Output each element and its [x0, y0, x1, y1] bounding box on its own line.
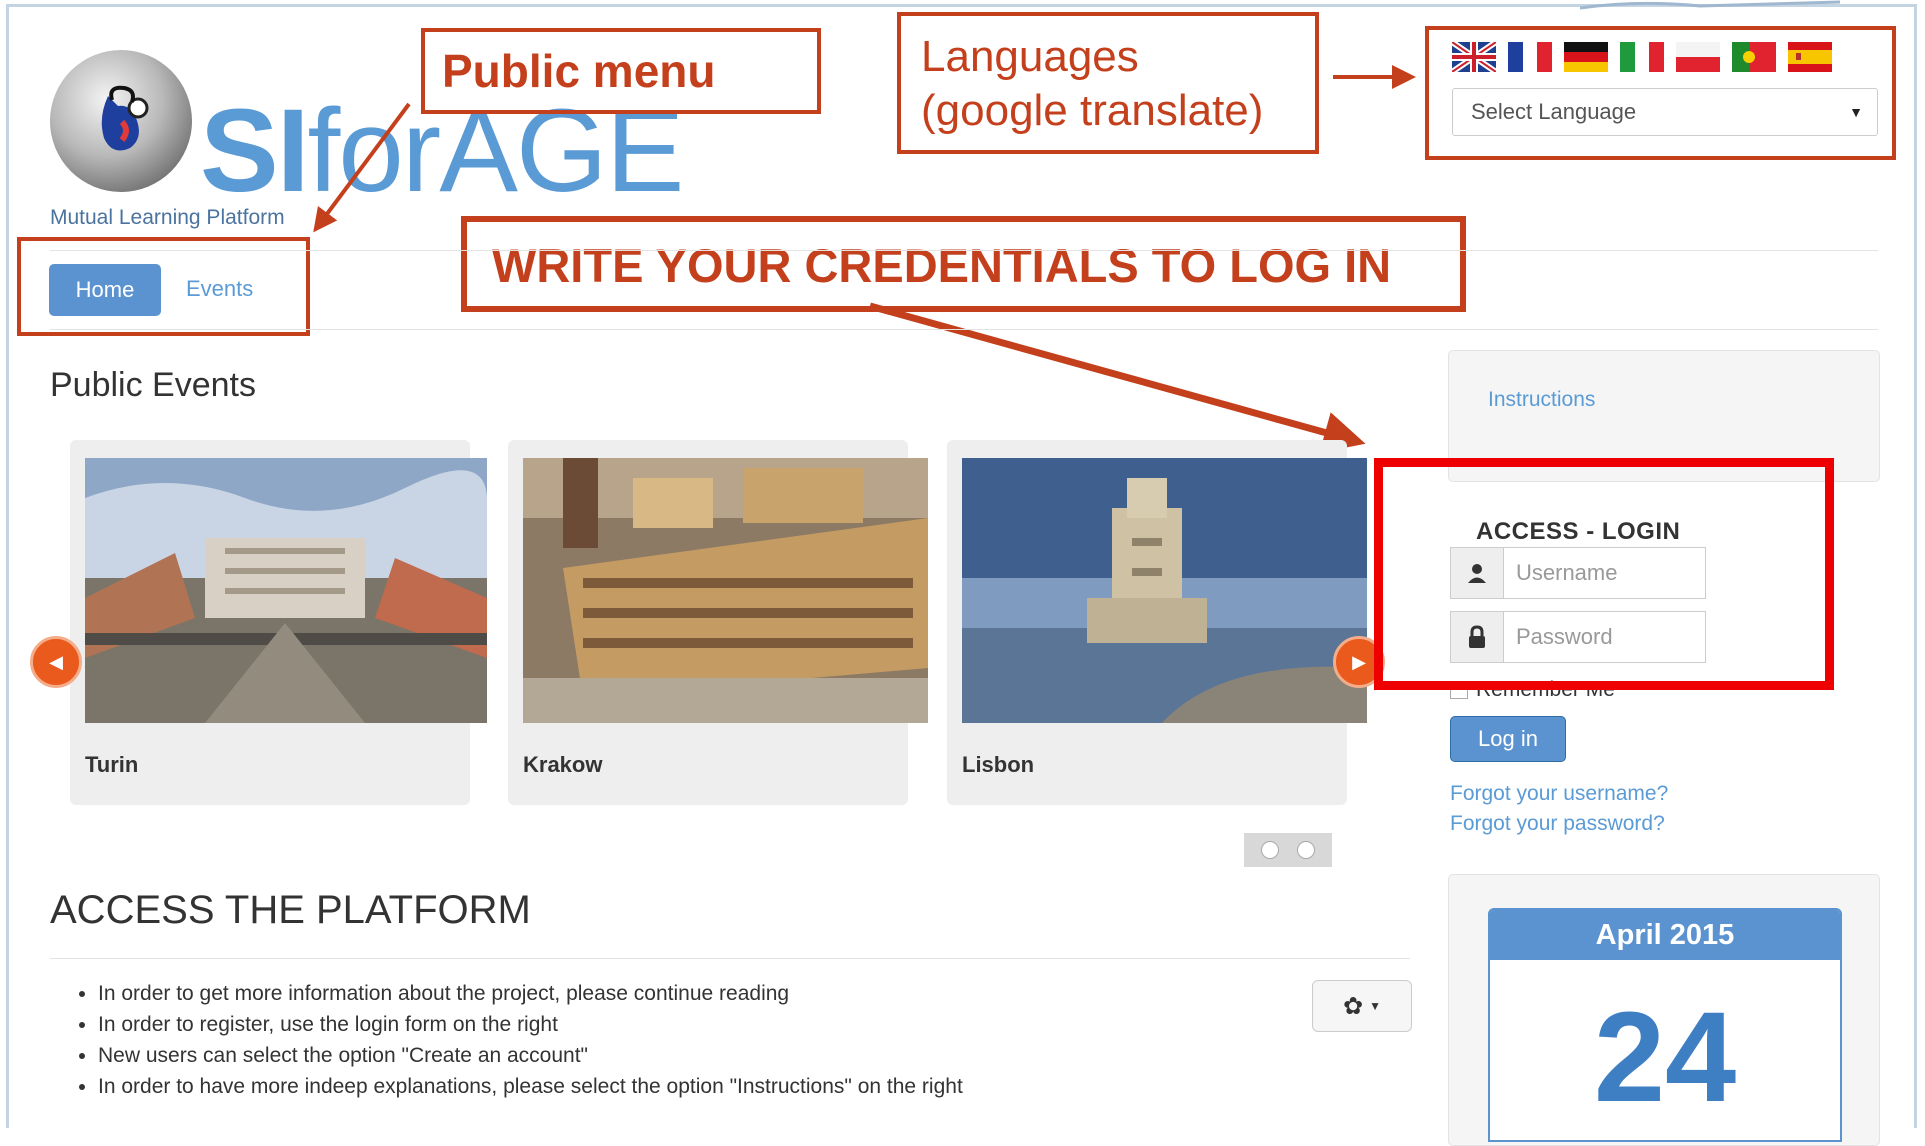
- event-title-turin: Turin: [85, 752, 139, 777]
- calendar-month: April 2015: [1490, 910, 1840, 960]
- access-divider: [50, 958, 1410, 959]
- carousel-pagination: [1244, 833, 1332, 867]
- caret-down-icon: ▼: [1369, 999, 1381, 1013]
- list-item: In order to have more indeep explanation…: [98, 1071, 963, 1102]
- event-title-krakow: Krakow: [523, 752, 603, 777]
- carousel-prev-button[interactable]: ◀: [30, 636, 82, 688]
- calendar-day: 24: [1593, 986, 1737, 1129]
- nav-events-link[interactable]: Events: [186, 276, 253, 302]
- calendar-widget: April 2015 24: [1488, 908, 1842, 1142]
- event-image-krakow: [523, 458, 928, 723]
- gear-icon: ✿: [1343, 992, 1364, 1020]
- event-image-turin: [85, 458, 487, 723]
- nav-divider-top: [50, 250, 1878, 251]
- access-info-list: In order to get more information about t…: [68, 978, 963, 1102]
- nav-divider-bottom: [50, 329, 1878, 330]
- list-item: In order to register, use the login form…: [98, 1009, 963, 1040]
- event-image-lisbon: [962, 458, 1367, 723]
- forgot-username-link[interactable]: Forgot your username?: [1450, 782, 1668, 806]
- login-button[interactable]: Log in: [1450, 716, 1566, 762]
- event-card-krakow[interactable]: Krakow: [508, 440, 928, 805]
- list-item: In order to get more information about t…: [98, 978, 963, 1009]
- chevron-right-icon: ▶: [1352, 651, 1366, 672]
- list-item: New users can select the option "Create …: [98, 1040, 963, 1071]
- public-events-heading: Public Events: [50, 366, 256, 404]
- credentials-arrow: [869, 302, 1366, 453]
- access-platform-heading: ACCESS THE PLATFORM: [50, 888, 531, 932]
- chevron-left-icon: ◀: [49, 651, 63, 672]
- instructions-link[interactable]: Instructions: [1488, 388, 1595, 412]
- event-title-lisbon: Lisbon: [962, 752, 1035, 777]
- article-options-button[interactable]: ✿ ▼: [1312, 980, 1412, 1032]
- carousel-dot-2[interactable]: [1296, 841, 1315, 859]
- nav-home-button[interactable]: Home: [49, 264, 161, 316]
- forgot-password-link[interactable]: Forgot your password?: [1450, 812, 1665, 836]
- carousel-dot-1[interactable]: [1261, 841, 1280, 859]
- public-menu-arrow: [313, 102, 411, 233]
- annotation-login-highlight-box: [1374, 458, 1834, 690]
- event-card-lisbon[interactable]: Lisbon: [947, 440, 1367, 805]
- event-card-turin[interactable]: Turin: [70, 440, 487, 805]
